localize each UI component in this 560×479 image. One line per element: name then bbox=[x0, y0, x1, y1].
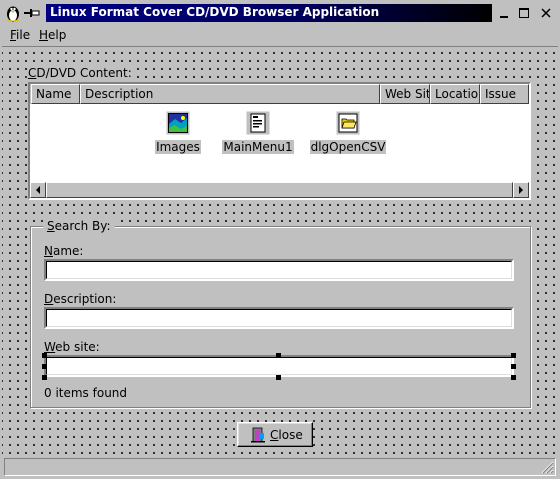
close-label-text: lose bbox=[278, 428, 303, 442]
name-field[interactable] bbox=[44, 259, 514, 281]
content-label: CD/DVD Content: bbox=[28, 66, 132, 80]
name-label-text: ame: bbox=[52, 244, 84, 258]
status-bar bbox=[4, 458, 556, 476]
column-header-location[interactable]: Location bbox=[430, 84, 480, 104]
arrow-left-icon bbox=[36, 186, 40, 194]
menu-file[interactable]: File bbox=[10, 28, 30, 42]
content-label-text: D/DVD Content: bbox=[36, 66, 132, 80]
size-grip-icon[interactable] bbox=[540, 460, 554, 474]
open-dialog-icon bbox=[335, 110, 361, 136]
column-header-issue[interactable]: Issue bbox=[480, 84, 529, 104]
menu-bar: File Help bbox=[0, 26, 560, 46]
name-label: Name: bbox=[44, 244, 84, 258]
listview-body: Images MainMenu1 dlgOpenCSV bbox=[30, 104, 529, 182]
resize-handle[interactable] bbox=[511, 364, 516, 369]
column-header-description[interactable]: Description bbox=[80, 84, 380, 104]
content-listview[interactable]: Name Description Web Sit Location Issue … bbox=[28, 82, 531, 200]
item-caption: MainMenu1 bbox=[222, 140, 294, 154]
description-input[interactable] bbox=[49, 311, 509, 325]
scroll-right-button[interactable] bbox=[513, 182, 529, 198]
column-header-name[interactable]: Name bbox=[31, 84, 80, 104]
resize-handle[interactable] bbox=[42, 353, 47, 358]
resize-handle[interactable] bbox=[276, 375, 281, 380]
website-field[interactable] bbox=[44, 355, 514, 377]
title-bar: Linux Format Cover CD/DVD Browser Applic… bbox=[0, 0, 560, 26]
column-header-website[interactable]: Web Sit bbox=[380, 84, 430, 104]
minimize-button[interactable] bbox=[496, 5, 512, 21]
search-title-text: earch By: bbox=[54, 219, 111, 233]
images-icon bbox=[165, 110, 191, 136]
scroll-left-button[interactable] bbox=[30, 182, 46, 198]
scrollbar-thumb[interactable] bbox=[46, 182, 513, 198]
menu-help[interactable]: Help bbox=[39, 28, 66, 42]
resize-handle[interactable] bbox=[511, 353, 516, 358]
list-item-dlgopencsv[interactable]: dlgOpenCSV bbox=[308, 110, 388, 154]
arrow-right-icon bbox=[519, 186, 523, 194]
resize-handle[interactable] bbox=[511, 375, 516, 380]
description-label: Description: bbox=[44, 292, 117, 306]
name-label-accel: N bbox=[44, 244, 53, 258]
title-bar-caption[interactable]: Linux Format Cover CD/DVD Browser Applic… bbox=[46, 4, 492, 22]
website-label: Web site: bbox=[44, 340, 100, 354]
close-window-button[interactable] bbox=[538, 5, 554, 21]
results-count: 0 items found bbox=[44, 386, 128, 400]
website-label-text: eb site: bbox=[55, 340, 100, 354]
search-group-title: Search By: bbox=[43, 219, 115, 233]
maximize-button[interactable] bbox=[516, 5, 532, 21]
minimize-icon bbox=[500, 16, 508, 18]
website-label-accel: W bbox=[44, 340, 56, 354]
menu-file-label: ile bbox=[16, 28, 31, 42]
list-item-images[interactable]: Images bbox=[138, 110, 218, 154]
resize-handle[interactable] bbox=[42, 364, 47, 369]
list-item-mainmenu[interactable]: MainMenu1 bbox=[218, 110, 298, 154]
description-field[interactable] bbox=[44, 307, 514, 329]
website-input[interactable] bbox=[49, 359, 509, 373]
search-title-accel: S bbox=[47, 219, 55, 233]
exit-door-icon bbox=[251, 427, 265, 443]
tux-icon[interactable] bbox=[5, 4, 21, 22]
item-caption: dlgOpenCSV bbox=[309, 140, 387, 154]
close-icon bbox=[541, 8, 551, 18]
menu-icon bbox=[245, 110, 271, 136]
description-label-accel: D bbox=[44, 292, 54, 306]
resize-handle[interactable] bbox=[276, 353, 281, 358]
maximize-icon bbox=[519, 8, 529, 18]
horizontal-scrollbar[interactable] bbox=[30, 182, 529, 198]
item-caption: Images bbox=[155, 140, 201, 154]
close-button[interactable]: Close bbox=[237, 422, 313, 447]
scrollbar-track[interactable] bbox=[46, 182, 513, 198]
close-button-label: Close bbox=[270, 428, 303, 442]
main-window: Linux Format Cover CD/DVD Browser Applic… bbox=[0, 0, 560, 479]
menu-help-accel: H bbox=[39, 28, 49, 42]
name-input[interactable] bbox=[49, 263, 509, 277]
menu-help-label: elp bbox=[48, 28, 67, 42]
resize-handle[interactable] bbox=[42, 375, 47, 380]
listview-header: Name Description Web Sit Location Issue bbox=[30, 84, 529, 104]
window-title: Linux Format Cover CD/DVD Browser Applic… bbox=[50, 5, 380, 19]
pin-icon[interactable] bbox=[23, 6, 41, 20]
description-label-text: escription: bbox=[53, 292, 117, 306]
